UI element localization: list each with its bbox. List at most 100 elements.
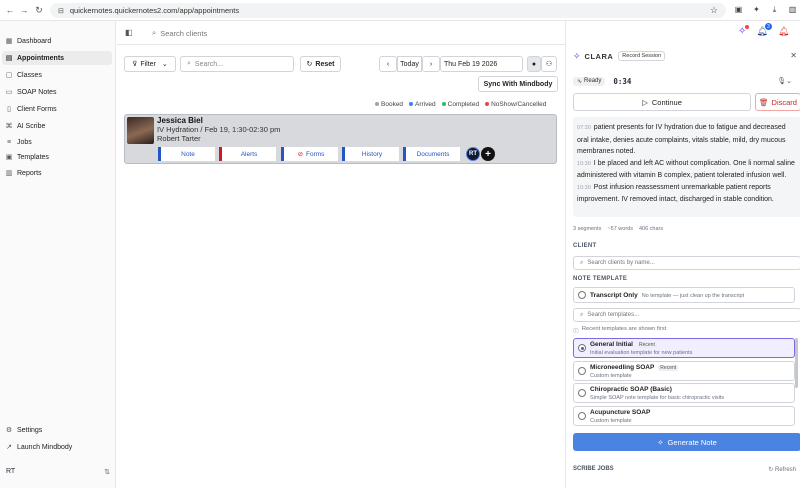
sync-mindbody-button[interactable]: Sync With Mindbody <box>478 76 558 92</box>
template-list-scrollbar[interactable] <box>795 338 798 388</box>
reload-icon[interactable]: ↻ <box>33 4 45 16</box>
sidebar: ▦ Dashboard ▤ Appointments ▢ Classes ▭ S… <box>0 21 116 488</box>
sparkle-icon[interactable]: ✧ <box>738 25 750 37</box>
forward-icon[interactable]: → <box>18 4 30 16</box>
sidebar-toggle-icon[interactable]: ◧ <box>125 28 133 37</box>
client-search-placeholder: Search clients <box>160 28 208 38</box>
date-text: Thu Feb 19 2026 <box>444 60 498 68</box>
sidebar-item-settings[interactable]: ⚙ Settings <box>2 423 112 437</box>
add-button[interactable]: + <box>481 147 495 161</box>
transcript-only-option[interactable]: Transcript Only No template — just clean… <box>573 287 795 303</box>
templates-icon: ▣ <box>5 154 13 161</box>
template-title: Microneedling SOAP <box>590 364 655 371</box>
documents-tab[interactable]: Documents <box>403 147 460 161</box>
appointment-detail: IV Hydration / Feb 19, 1:30-02:30 pm <box>157 125 281 134</box>
next-day-button[interactable]: › <box>422 56 440 72</box>
sidebar-item-launch-mindbody[interactable]: ↗ Launch Mindbody <box>2 440 112 454</box>
date-picker[interactable]: Thu Feb 19 2026 <box>440 56 523 72</box>
puzzle-icon[interactable]: ✦ <box>751 4 762 15</box>
extension-icon[interactable]: ▣ <box>733 4 744 15</box>
chevron-left-icon: ‹ <box>386 60 390 68</box>
template-subtitle: Simple SOAP note template for basic chir… <box>590 395 725 401</box>
microphone-icon[interactable]: 🎙︎⌄ <box>777 77 792 85</box>
sidebar-item-label: Classes <box>17 71 42 79</box>
close-icon[interactable]: ✕ <box>790 51 797 60</box>
legend-label: NoShow/Cancelled <box>491 101 547 108</box>
sidebar-item-templates[interactable]: ▣ Templates <box>2 150 112 164</box>
transcript-box[interactable]: 07:30 patient presents for IV hydration d… <box>573 117 800 217</box>
option-title: General Initial Recent <box>590 341 657 348</box>
template-search-placeholder: Search templates... <box>587 312 640 318</box>
appointment-search-input[interactable]: ⌕ Search... <box>180 56 294 72</box>
download-icon[interactable]: ⤓ <box>769 4 780 15</box>
prev-day-button[interactable]: ‹ <box>379 56 397 72</box>
continue-button[interactable]: ▷ Continue <box>573 93 751 111</box>
url-text: quickernotes.quickernotes2.com/app/appoi… <box>69 6 240 15</box>
template-option-chiropractic[interactable]: Chiropractic SOAP (Basic) Simple SOAP no… <box>573 383 795 403</box>
sidebar-item-classes[interactable]: ▢ Classes <box>2 68 112 82</box>
transcript-line: 10:30 Post infusion reassessment unremark… <box>577 182 797 206</box>
radio-button[interactable] <box>578 389 586 397</box>
sparkle-icon: ✧ <box>657 437 664 447</box>
staff-avatar[interactable]: RT <box>466 147 480 161</box>
radio-button[interactable] <box>578 367 586 375</box>
sidebar-item-client-forms[interactable]: ▯ Client Forms <box>2 102 112 116</box>
template-subtitle: Initial evaluation template for new pati… <box>590 350 693 356</box>
clara-header: ✧ CLARA Record Session ✕ <box>566 47 800 65</box>
today-button[interactable]: Today <box>397 56 422 72</box>
legend-label: Booked <box>381 101 404 108</box>
user-menu[interactable]: RT ⇅ <box>6 468 110 476</box>
alerts-tab[interactable]: Alerts <box>219 147 276 161</box>
single-view-button[interactable]: ● <box>527 56 541 72</box>
refresh-button[interactable]: ↻ Refresh <box>768 466 796 473</box>
generate-note-button[interactable]: ✧ Generate Note <box>573 433 800 451</box>
scribe-jobs-label: SCRIBE JOBS <box>573 466 614 472</box>
bell-icon[interactable]: 🔔︎ 3 <box>756 23 772 37</box>
sidebar-item-label: Appointments <box>17 54 65 62</box>
template-option-general-initial[interactable]: General Initial Recent Initial evaluatio… <box>573 338 795 358</box>
legend-noshow: NoShow/Cancelled <box>485 101 546 108</box>
discard-button[interactable]: 🗑︎ Discard <box>755 93 800 111</box>
client-photo <box>127 117 154 144</box>
appointment-card[interactable]: Jessica Biel IV Hydration / Feb 19, 1:30… <box>124 114 557 164</box>
address-bar[interactable]: ⊟ quickernotes.quickernotes2.com/app/app… <box>50 3 726 18</box>
radio-button[interactable] <box>578 291 586 299</box>
history-tab[interactable]: History <box>342 147 399 161</box>
radio-button[interactable] <box>578 344 586 352</box>
sidebar-item-label: Dashboard <box>17 37 52 45</box>
sidepanel-icon[interactable]: ▥ <box>787 4 798 15</box>
forms-tab[interactable]: ⊘ Forms <box>281 147 338 161</box>
bookmark-star-icon[interactable]: ☆ <box>710 5 718 16</box>
site-info-icon[interactable]: ⊟ <box>58 7 64 15</box>
sidebar-item-reports[interactable]: ▥ Reports <box>2 166 112 180</box>
segments-count: 3 segments <box>573 226 602 232</box>
transcript-time: 10:30 <box>577 160 591 167</box>
transcript-only-title: Transcript Only <box>590 292 638 299</box>
sidebar-item-appointments[interactable]: ▤ Appointments <box>2 51 112 65</box>
template-option-microneedling[interactable]: Microneedling SOAP Recent Custom templat… <box>573 361 795 381</box>
reset-button[interactable]: ↻ Reset <box>300 56 341 72</box>
legend-dot <box>409 102 414 107</box>
refresh-label: Refresh <box>774 467 796 473</box>
sidebar-item-soap-notes[interactable]: ▭ SOAP Notes <box>2 85 112 99</box>
group-view-button[interactable]: ⚇ <box>541 56 557 72</box>
client-search-input[interactable]: ⌕ Search clients by name... <box>573 256 800 270</box>
option-title: Acupuncture SOAP <box>590 409 650 416</box>
radio-button[interactable] <box>578 412 586 420</box>
sidebar-item-label: Templates <box>17 153 49 161</box>
forms-alert-icon: ⊘ <box>297 151 304 158</box>
note-tab[interactable]: Note <box>158 147 215 161</box>
sidebar-item-dashboard[interactable]: ▦ Dashboard <box>2 34 112 48</box>
play-icon: ▷ <box>642 97 648 107</box>
sidebar-item-ai-scribe[interactable]: ⌘ AI Scribe <box>2 119 112 133</box>
sidebar-item-jobs[interactable]: ≡ Jobs <box>2 135 112 149</box>
template-search-input[interactable]: ⌕ Search templates... <box>573 308 800 322</box>
filter-button[interactable]: ⊽ Filter ⌄ <box>124 56 176 72</box>
back-icon[interactable]: ← <box>4 4 16 16</box>
discard-label: Discard <box>771 97 797 107</box>
scribe-icon: ⌘ <box>5 123 13 130</box>
template-option-acupuncture[interactable]: Acupuncture SOAP Custom template <box>573 406 795 426</box>
client-search[interactable]: ⌕ Search clients <box>152 28 207 38</box>
scribe-jobs-header: SCRIBE JOBS ↻ Refresh <box>573 466 796 473</box>
alert-bell-icon[interactable]: 🔔︎ <box>778 26 789 37</box>
